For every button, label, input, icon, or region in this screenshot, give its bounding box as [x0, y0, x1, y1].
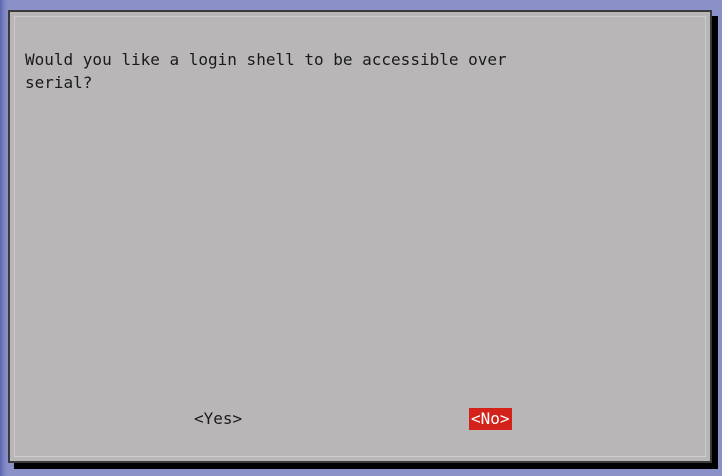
yes-button[interactable]: <Yes> [192, 408, 244, 430]
dialog-prompt: Would you like a login shell to be acces… [25, 48, 665, 94]
no-button[interactable]: <No> [469, 408, 512, 430]
prompt-line-2: serial? [25, 73, 93, 92]
whiptail-dialog: Would you like a login shell to be acces… [8, 10, 712, 463]
terminal-background: Would you like a login shell to be acces… [0, 0, 722, 476]
prompt-line-1: Would you like a login shell to be acces… [25, 50, 507, 69]
